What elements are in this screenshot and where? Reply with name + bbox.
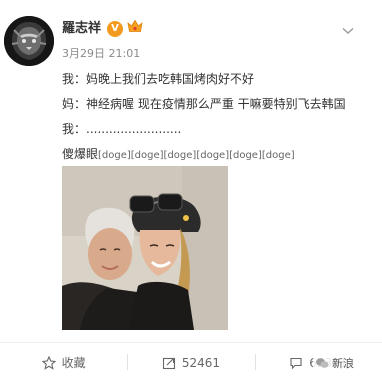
- post-body: 我：妈晚上我们去吃韩国烤肉好不好 妈：神经病喔 现在疫情那么严重 干嘛要特别飞去…: [62, 70, 382, 163]
- repost-count: 52461: [181, 355, 221, 370]
- post-line: 妈：神经病喔 现在疫情那么严重 干嘛要特别飞去韩国: [62, 97, 346, 111]
- comment-icon: [289, 356, 303, 370]
- favorite-button[interactable]: 收藏: [0, 343, 127, 382]
- post-timestamp[interactable]: 3月29日 21:01: [62, 47, 140, 61]
- post-photo[interactable]: [62, 166, 228, 330]
- post-line: 傻爆眼[doge][doge][doge][doge][doge][doge]: [62, 145, 382, 163]
- avatar[interactable]: [4, 16, 54, 66]
- watermark-text: 新浪: [332, 357, 354, 370]
- post-line: 我：.........................: [62, 122, 182, 136]
- verified-badge-icon: V: [107, 21, 124, 37]
- star-icon: [41, 355, 56, 370]
- watermark: 新浪: [313, 355, 356, 371]
- post-line: 我：妈晚上我们去吃韩国烤肉好不好: [62, 72, 255, 86]
- more-options-chevron-icon[interactable]: [342, 20, 354, 39]
- selfie-photo-image: [62, 166, 228, 330]
- wechat-watermark-icon: [315, 356, 329, 370]
- crown-badge-icon: [127, 19, 143, 39]
- lion-avatar-icon: [4, 16, 54, 66]
- doge-emoji-icon: [doge][doge][doge][doge][doge][doge]: [98, 150, 295, 161]
- repost-button[interactable]: 52461: [127, 343, 254, 382]
- author-name[interactable]: 羅志祥: [62, 20, 101, 38]
- post-line-text: 傻爆眼: [62, 147, 99, 161]
- post-author[interactable]: 羅志祥 V: [62, 19, 143, 39]
- favorite-label: 收藏: [61, 356, 86, 370]
- share-icon: [162, 356, 176, 370]
